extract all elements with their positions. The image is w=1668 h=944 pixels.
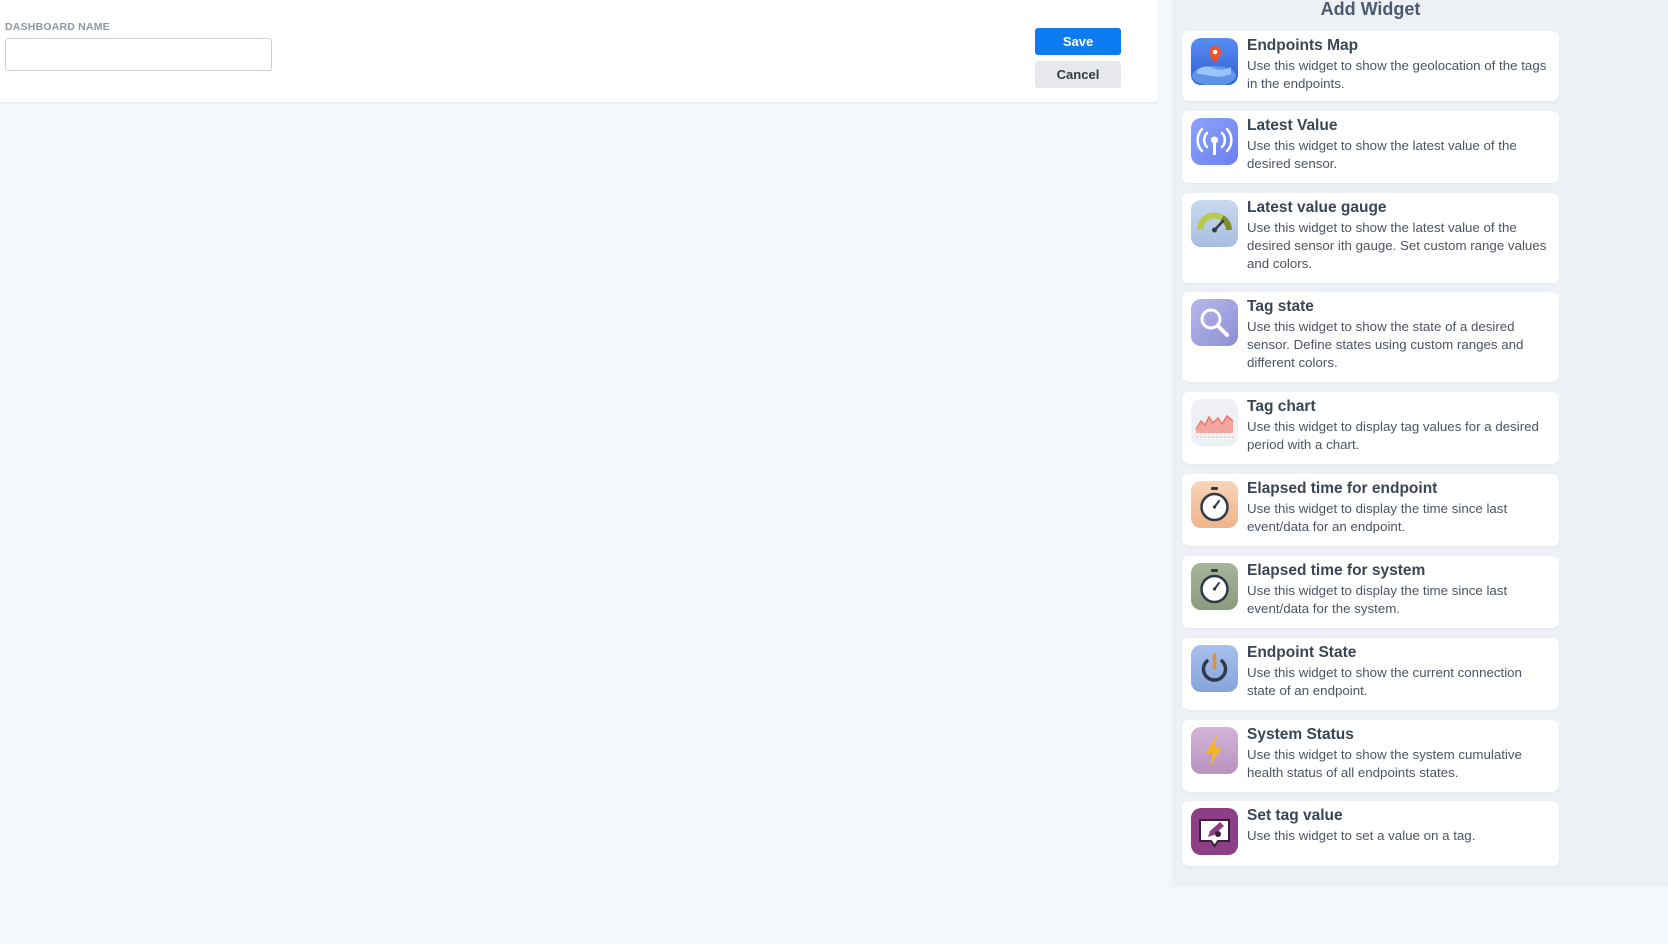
widget-description: Use this widget to show the system cumul…	[1247, 747, 1522, 780]
save-button[interactable]: Save	[1035, 28, 1121, 55]
widget-description: Use this widget to set a value on a tag.	[1247, 828, 1476, 843]
gauge-icon	[1191, 200, 1238, 247]
widget-card-system-status[interactable]: System Status Use this widget to show th…	[1182, 720, 1559, 792]
widget-card-elapsed-time-endpoint[interactable]: Elapsed time for endpoint Use this widge…	[1182, 474, 1559, 546]
widget-title: Tag chart	[1247, 398, 1316, 415]
dashboard-form-panel: DASHBOARD NAME Save Cancel	[0, 0, 1158, 103]
dashboard-name-input[interactable]	[5, 38, 272, 71]
widget-description: Use this widget to display tag values fo…	[1247, 419, 1539, 452]
add-widget-panel: Add Widget Endpoints Map Use this widget…	[1172, 0, 1668, 887]
widget-title: Set tag value	[1247, 807, 1343, 824]
widget-title: Elapsed time for system	[1247, 562, 1426, 579]
widget-title: System Status	[1247, 726, 1354, 743]
broadcast-icon	[1191, 118, 1238, 165]
widget-card-latest-value-gauge[interactable]: Latest value gauge Use this widget to sh…	[1182, 193, 1559, 283]
widget-title: Tag state	[1247, 298, 1314, 315]
dashboard-name-label: DASHBOARD NAME	[5, 21, 110, 33]
widget-title: Endpoints Map	[1247, 37, 1359, 54]
widget-card-tag-chart[interactable]: Tag chart Use this widget to display tag…	[1182, 392, 1559, 464]
cancel-button[interactable]: Cancel	[1035, 61, 1121, 88]
widget-card-elapsed-time-system[interactable]: Elapsed time for system Use this widget …	[1182, 556, 1559, 628]
widget-card-set-tag-value[interactable]: Set tag value Use this widget to set a v…	[1182, 801, 1559, 866]
lightning-icon	[1191, 727, 1238, 774]
stopwatch-icon	[1191, 481, 1238, 528]
widget-card-latest-value[interactable]: Latest Value Use this widget to show the…	[1182, 111, 1559, 183]
add-widget-title: Add Widget	[1320, 0, 1421, 19]
magnifier-icon	[1191, 299, 1238, 346]
widget-card-endpoint-state[interactable]: Endpoint State Use this widget to show t…	[1182, 638, 1559, 710]
stopwatch-icon	[1191, 563, 1238, 610]
widget-title: Latest Value	[1247, 117, 1338, 134]
widget-title: Endpoint State	[1247, 644, 1357, 661]
power-icon	[1191, 645, 1238, 692]
globe-pin-icon	[1191, 38, 1238, 85]
edit-tag-icon	[1191, 808, 1238, 855]
widget-description: Use this widget to display the time sinc…	[1247, 583, 1508, 616]
widget-description: Use this widget to display the time sinc…	[1247, 501, 1508, 534]
widget-description: Use this widget to show the geolocation …	[1247, 58, 1547, 91]
widget-card-tag-state[interactable]: Tag state Use this widget to show the st…	[1182, 292, 1559, 382]
widget-description: Use this widget to show the current conn…	[1247, 665, 1522, 698]
widget-description: Use this widget to show the latest value…	[1247, 138, 1517, 171]
area-chart-icon	[1191, 399, 1238, 446]
widget-description: Use this widget to show the state of a d…	[1247, 319, 1524, 370]
widget-description: Use this widget to show the latest value…	[1247, 220, 1547, 271]
widget-title: Elapsed time for endpoint	[1247, 480, 1438, 497]
widget-title: Latest value gauge	[1247, 199, 1387, 216]
widget-card-endpoints-map[interactable]: Endpoints Map Use this widget to show th…	[1182, 31, 1559, 101]
